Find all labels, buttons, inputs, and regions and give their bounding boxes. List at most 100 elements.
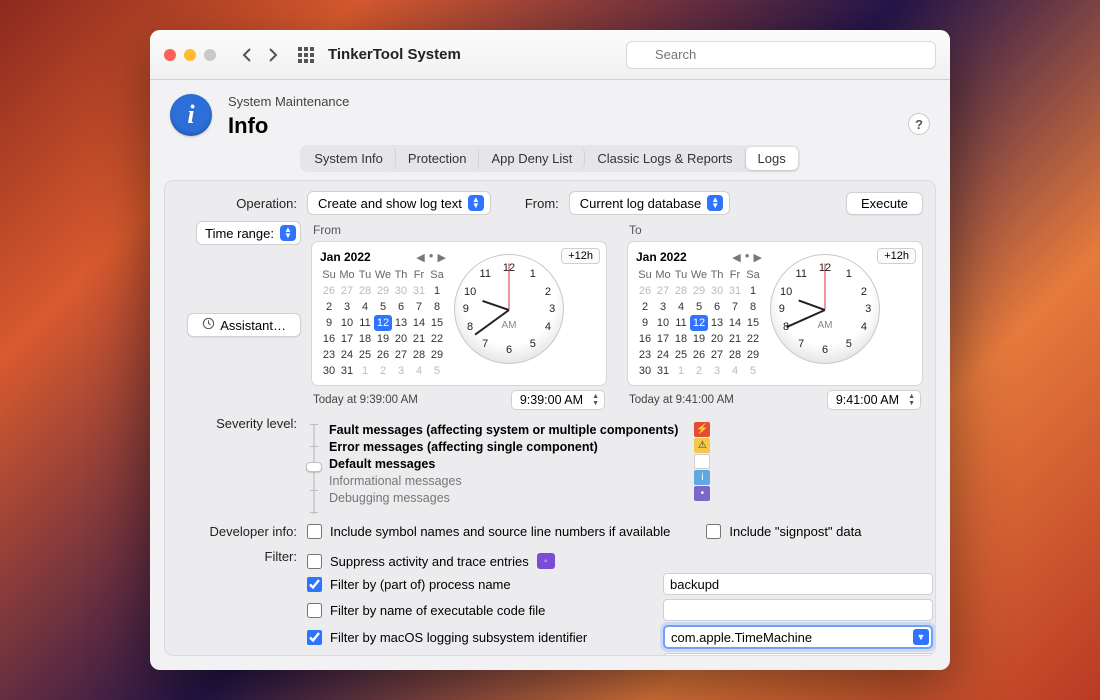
zoom-window-icon[interactable] xyxy=(204,49,216,61)
info-icon: i xyxy=(170,94,212,136)
assistant-button[interactable]: Assistant… xyxy=(187,313,301,337)
include-signpost-checkbox[interactable] xyxy=(706,524,721,539)
include-symbols-label: Include symbol names and source line num… xyxy=(330,524,670,539)
info-level-icon: i xyxy=(694,470,710,485)
minimize-window-icon[interactable] xyxy=(184,49,196,61)
tab-classic-logs[interactable]: Classic Logs & Reports xyxy=(585,147,745,170)
fault-icon: ⚡ xyxy=(694,422,710,437)
from-time-field[interactable]: 9:39:00 AM ▲▼ xyxy=(511,390,605,410)
plus-12h-button[interactable]: +12h xyxy=(561,248,600,264)
developer-info-label: Developer info: xyxy=(177,524,297,539)
to-time-field[interactable]: 9:41:00 AM ▲▼ xyxy=(827,390,921,410)
suppress-label: Suppress activity and trace entries xyxy=(330,554,529,569)
chevron-updown-icon: ▲▼ xyxy=(468,195,484,211)
filter-exec-checkbox[interactable] xyxy=(307,603,322,618)
titlebar: TinkerTool System xyxy=(150,30,950,80)
plus-12h-button[interactable]: +12h xyxy=(877,248,916,264)
to-clock[interactable]: AM 121 23 45 67 89 1011 xyxy=(770,254,880,364)
warning-icon: ⚠ xyxy=(694,438,710,453)
severity-slider[interactable] xyxy=(307,424,321,514)
include-signpost-label: Include "signpost" data xyxy=(729,524,861,539)
from-date-label: From xyxy=(313,223,607,237)
filter-process-checkbox[interactable] xyxy=(307,577,322,592)
to-date-box: +12h Jan 2022 ◀ ● ▶ SuMoTuWeThFrSa26272 xyxy=(627,241,923,386)
logs-pane: Operation: Create and show log text ▲▼ F… xyxy=(164,180,936,656)
to-date-label: To xyxy=(629,223,923,237)
back-button[interactable] xyxy=(236,42,258,68)
subsystem-value: com.apple.TimeMachine xyxy=(671,630,812,645)
include-symbols-checkbox[interactable] xyxy=(307,524,322,539)
page-title: Info xyxy=(228,113,892,139)
search-input[interactable] xyxy=(626,41,936,69)
from-ampm: AM xyxy=(502,320,517,331)
to-ampm: AM xyxy=(818,320,833,331)
breadcrumb: System Maintenance xyxy=(228,94,892,109)
calendar-grid[interactable]: SuMoTuWeThFrSa26272829303112345678910111… xyxy=(636,267,762,379)
time-range-label: Time range: xyxy=(205,226,274,241)
cal-prev-icon[interactable]: ◀ xyxy=(416,251,424,264)
apps-grid-icon[interactable] xyxy=(296,45,316,65)
from-clock[interactable]: AM 121 23 45 67 89 1011 xyxy=(454,254,564,364)
default-icon xyxy=(694,454,710,469)
filter-subsystem-checkbox[interactable] xyxy=(307,630,322,645)
severity-item: Debugging messages xyxy=(329,490,678,507)
close-window-icon[interactable] xyxy=(164,49,176,61)
cal-next-icon[interactable]: ▶ xyxy=(754,251,762,264)
exec-name-input[interactable] xyxy=(663,599,933,621)
operation-value: Create and show log text xyxy=(318,196,462,211)
time-range-popup[interactable]: Time range: ▲▼ xyxy=(196,221,301,245)
cal-prev-icon[interactable]: ◀ xyxy=(732,251,740,264)
help-button[interactable]: ? xyxy=(908,113,930,135)
cal-today-icon[interactable]: ● xyxy=(429,251,434,264)
time-stepper[interactable]: ▲▼ xyxy=(905,393,918,407)
severity-list: Fault messages (affecting system or mult… xyxy=(329,422,678,514)
forward-button[interactable] xyxy=(262,42,284,68)
filter-exec-label: Filter by name of executable code file xyxy=(330,603,545,618)
app-title: TinkerTool System xyxy=(328,46,461,63)
severity-item: Default messages xyxy=(329,456,678,473)
to-month-title: Jan 2022 xyxy=(636,250,687,264)
filter-process-label: Filter by (part of) process name xyxy=(330,577,511,592)
chevron-updown-icon: ▲▼ xyxy=(707,195,723,211)
app-window: TinkerTool System i System Maintenance I… xyxy=(150,30,950,670)
operation-popup[interactable]: Create and show log text ▲▼ xyxy=(307,191,491,215)
from-calendar[interactable]: Jan 2022 ◀ ● ▶ SuMoTuWeThFrSa26272829303… xyxy=(320,250,446,379)
from-source-value: Current log database xyxy=(580,196,701,211)
suppress-checkbox[interactable] xyxy=(307,554,322,569)
tab-protection[interactable]: Protection xyxy=(396,147,480,170)
window-controls xyxy=(164,49,216,61)
cal-today-icon[interactable]: ● xyxy=(745,251,750,264)
severity-item: Error messages (affecting single compone… xyxy=(329,439,678,456)
chevron-updown-icon: ▲▼ xyxy=(280,225,296,241)
debug-icon: • xyxy=(694,486,710,501)
to-time-value: 9:41:00 AM xyxy=(836,393,899,407)
from-time-value: 9:39:00 AM xyxy=(520,393,583,407)
process-name-input[interactable] xyxy=(663,573,933,595)
severity-label: Severity level: xyxy=(177,416,297,431)
severity-item: Informational messages xyxy=(329,473,678,490)
execute-button[interactable]: Execute xyxy=(846,192,923,215)
operation-label: Operation: xyxy=(177,196,297,211)
assistant-label: Assistant… xyxy=(220,318,286,333)
filter-label: Filter: xyxy=(177,549,297,564)
tab-bar: System Info Protection App Deny List Cla… xyxy=(300,145,799,172)
time-stepper[interactable]: ▲▼ xyxy=(589,393,602,407)
from-today-text: Today at 9:39:00 AM xyxy=(313,394,418,406)
from-source-popup[interactable]: Current log database ▲▼ xyxy=(569,191,730,215)
chevron-down-icon: ▼ xyxy=(913,629,929,645)
from-source-label: From: xyxy=(525,196,559,211)
calendar-grid[interactable]: SuMoTuWeThFrSa26272829303112345678910111… xyxy=(320,267,446,379)
to-calendar[interactable]: Jan 2022 ◀ ● ▶ SuMoTuWeThFrSa26272829303… xyxy=(636,250,762,379)
filter-subsystem-label: Filter by macOS logging subsystem identi… xyxy=(330,630,587,645)
tab-logs[interactable]: Logs xyxy=(746,147,798,170)
activity-icon: ◦ xyxy=(537,553,555,569)
from-date-box: +12h Jan 2022 ◀ ● ▶ SuMoTuWeThFrSa26272 xyxy=(311,241,607,386)
tab-app-deny-list[interactable]: App Deny List xyxy=(479,147,585,170)
from-month-title: Jan 2022 xyxy=(320,250,371,264)
to-today-text: Today at 9:41:00 AM xyxy=(629,394,734,406)
subsystem-combo[interactable]: com.apple.TimeMachine ▼ xyxy=(663,625,933,649)
category-input[interactable] xyxy=(663,653,933,656)
cal-next-icon[interactable]: ▶ xyxy=(438,251,446,264)
tab-system-info[interactable]: System Info xyxy=(302,147,396,170)
severity-item: Fault messages (affecting system or mult… xyxy=(329,422,678,439)
